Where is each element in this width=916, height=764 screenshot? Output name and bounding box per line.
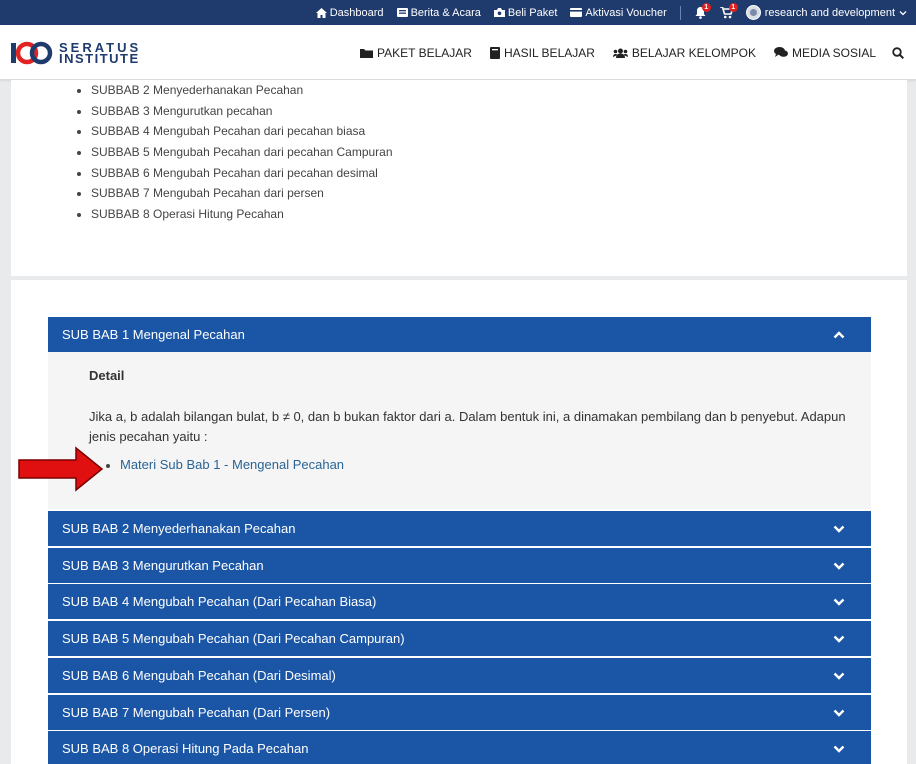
- search-icon: [892, 46, 904, 59]
- aktivasi-voucher-link[interactable]: Aktivasi Voucher: [570, 6, 667, 19]
- accordion-title: SUB BAB 2 Menyederhanakan Pecahan: [62, 521, 296, 536]
- accordion-title: SUB BAB 5 Mengubah Pecahan (Dari Pecahan…: [62, 631, 405, 646]
- accordion-section-2: SUB BAB 2 Menyederhanakan Pecahan: [48, 511, 871, 546]
- accordion-title: SUB BAB 1 Mengenal Pecahan: [62, 327, 245, 342]
- berita-acara-label: Berita & Acara: [410, 6, 481, 19]
- accordion-section-8: SUB BAB 8 Operasi Hitung Pada Pecahan: [48, 731, 871, 764]
- chevron-down-icon: [833, 709, 845, 717]
- dashboard-link[interactable]: Dashboard: [315, 6, 384, 19]
- detail-title: Detail: [89, 368, 125, 383]
- book-icon: [489, 46, 500, 59]
- accordion-section-7: SUB BAB 7 Mengubah Pecahan (Dari Persen): [48, 695, 871, 730]
- accordion-title: SUB BAB 7 Mengubah Pecahan (Dari Persen): [62, 705, 331, 720]
- accordion-header-5[interactable]: SUB BAB 5 Mengubah Pecahan (Dari Pecahan…: [48, 621, 871, 656]
- accordion-header-4[interactable]: SUB BAB 4 Mengubah Pecahan (Dari Pecahan…: [48, 584, 871, 619]
- list-item: SUBBAB 4 Mengubah Pecahan dari pecahan b…: [77, 121, 393, 142]
- subbab-overview-panel: SUBBAB 2 Menyederhanakan Pecahan SUBBAB …: [11, 80, 907, 276]
- search-button[interactable]: [892, 46, 908, 59]
- nav-belajar-kelompok-label: BELAJAR KELOMPOK: [631, 45, 756, 60]
- materi-link[interactable]: Materi Sub Bab 1 - Mengenal Pecahan: [120, 457, 344, 472]
- home-icon: [315, 7, 327, 18]
- accordion-title: SUB BAB 6 Mengubah Pecahan (Dari Desimal…: [62, 668, 336, 683]
- chevron-down-icon: [833, 745, 845, 753]
- list-bullet: [106, 464, 110, 468]
- red-arrow-icon: [18, 446, 104, 492]
- chevron-down-icon: [833, 562, 845, 570]
- accordion-section-4: SUB BAB 4 Mengubah Pecahan (Dari Pecahan…: [48, 584, 871, 619]
- nav-paket-belajar-label: PAKET BELAJAR: [377, 45, 472, 60]
- list-item: SUBBAB 2 Menyederhanakan Pecahan: [77, 80, 393, 101]
- accordion-section-5: SUB BAB 5 Mengubah Pecahan (Dari Pecahan…: [48, 621, 871, 656]
- accordion-header-7[interactable]: SUB BAB 7 Mengubah Pecahan (Dari Persen): [48, 695, 871, 730]
- logo-line2: INSTITUTE: [59, 51, 140, 66]
- accordion-header-2[interactable]: SUB BAB 2 Menyederhanakan Pecahan: [48, 511, 871, 546]
- accordion-title: SUB BAB 3 Mengurutkan Pecahan: [62, 558, 264, 573]
- nav-media-sosial[interactable]: MEDIA SOSIAL: [773, 45, 876, 60]
- list-item: SUBBAB 7 Mengubah Pecahan dari persen: [77, 183, 393, 204]
- aktivasi-voucher-label: Aktivasi Voucher: [585, 6, 667, 19]
- nav-menu: PAKET BELAJAR HASIL BELAJAR BELAJAR KELO…: [342, 25, 908, 80]
- notification-button[interactable]: 1: [695, 2, 711, 19]
- chevron-down-icon: [833, 672, 845, 680]
- logo-text: SERATUS INSTITUTE: [59, 41, 141, 66]
- accordion-title: SUB BAB 8 Operasi Hitung Pada Pecahan: [62, 741, 309, 756]
- chevron-down-icon: [833, 598, 845, 606]
- main-navbar: SERATUS INSTITUTE PAKET BELAJAR HASIL BE…: [0, 25, 916, 80]
- nav-media-sosial-label: MEDIA SOSIAL: [791, 45, 876, 60]
- accordion-header-6[interactable]: SUB BAB 6 Mengubah Pecahan (Dari Desimal…: [48, 658, 871, 693]
- card-icon: [570, 8, 583, 17]
- notification-badge: 1: [701, 2, 711, 12]
- beli-paket-link[interactable]: Beli Paket: [493, 6, 558, 19]
- chevron-down-icon: [899, 10, 907, 15]
- chevron-down-icon: [833, 525, 845, 533]
- nav-hasil-belajar[interactable]: HASIL BELAJAR: [489, 45, 595, 60]
- accordion-section-3: SUB BAB 3 Mengurutkan Pecahan: [48, 548, 871, 583]
- list-item: SUBBAB 3 Mengurutkan pecahan: [77, 101, 393, 122]
- avatar: [745, 5, 761, 20]
- cart-button[interactable]: 1: [719, 2, 738, 19]
- accordion-header-1[interactable]: SUB BAB 1 Mengenal Pecahan: [48, 317, 871, 352]
- logo-mark-icon: [11, 40, 53, 66]
- users-icon: [612, 48, 628, 58]
- list-item: SUBBAB 8 Operasi Hitung Pecahan: [77, 204, 393, 225]
- accordion-title: SUB BAB 4 Mengubah Pecahan (Dari Pecahan…: [62, 594, 377, 609]
- berita-acara-link[interactable]: Berita & Acara: [396, 6, 481, 19]
- comments-icon: [773, 47, 788, 57]
- beli-paket-label: Beli Paket: [507, 6, 558, 19]
- nav-belajar-kelompok[interactable]: BELAJAR KELOMPOK: [612, 45, 756, 60]
- subbab-list: SUBBAB 2 Menyederhanakan Pecahan SUBBAB …: [77, 80, 393, 225]
- seratus-logo[interactable]: SERATUS INSTITUTE: [11, 40, 141, 66]
- accordion-header-3[interactable]: SUB BAB 3 Mengurutkan Pecahan: [48, 548, 871, 583]
- accordion-body-1: Detail Jika a, b adalah bilangan bulat, …: [48, 352, 871, 509]
- top-bar: Dashboard Berita & Acara Beli Paket Akti…: [0, 0, 916, 25]
- dashboard-label: Dashboard: [329, 6, 384, 19]
- nav-hasil-belajar-label: HASIL BELAJAR: [503, 45, 595, 60]
- list-item: SUBBAB 6 Mengubah Pecahan dari pecahan d…: [77, 163, 393, 184]
- accordion-section-1: SUB BAB 1 Mengenal Pecahan Detail Jika a…: [48, 317, 871, 509]
- folder-icon: [360, 48, 374, 58]
- cart-badge: 1: [728, 2, 738, 12]
- nav-paket-belajar[interactable]: PAKET BELAJAR: [360, 46, 472, 60]
- accordion-header-8[interactable]: SUB BAB 8 Operasi Hitung Pada Pecahan: [48, 731, 871, 764]
- camera-icon: [493, 8, 505, 17]
- news-icon: [396, 8, 408, 17]
- accordion-section-6: SUB BAB 6 Mengubah Pecahan (Dari Desimal…: [48, 658, 871, 693]
- chevron-up-icon: [833, 330, 845, 338]
- user-menu[interactable]: research and development: [745, 5, 910, 20]
- user-name: research and development: [764, 6, 895, 19]
- list-item: SUBBAB 5 Mengubah Pecahan dari pecahan C…: [77, 142, 393, 163]
- chevron-down-icon: [833, 635, 845, 643]
- detail-text: Jika a, b adalah bilangan bulat, b ≠ 0, …: [89, 409, 846, 444]
- topbar-divider: [679, 5, 681, 20]
